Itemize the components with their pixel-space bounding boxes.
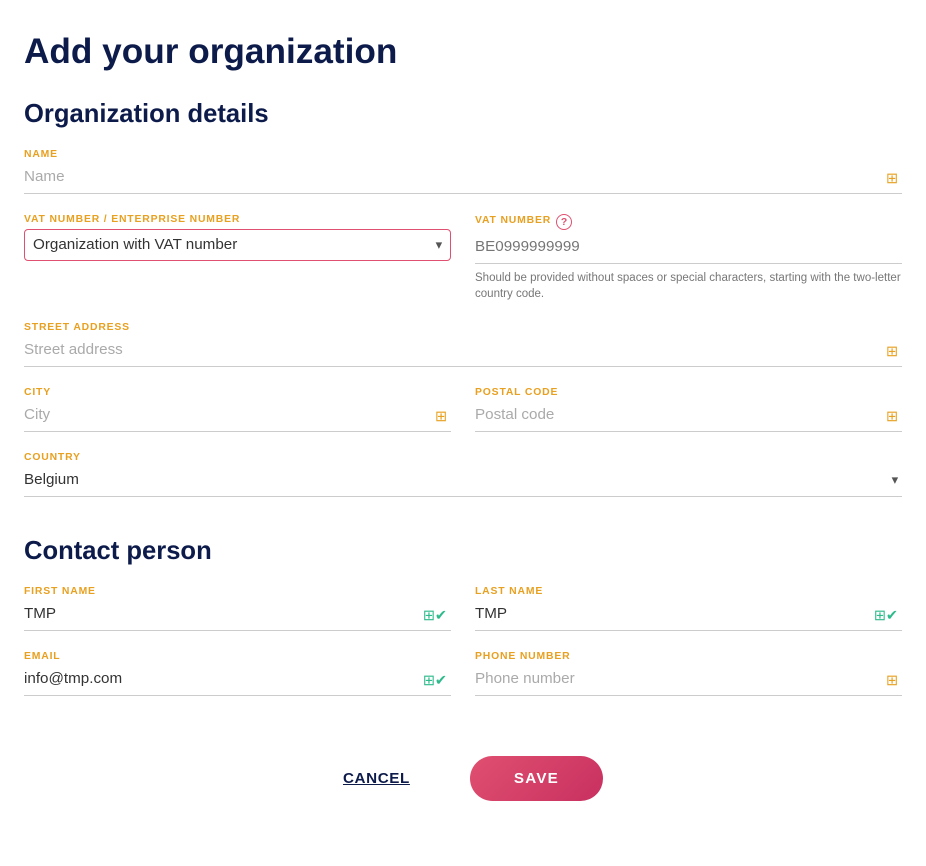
city-wrapper: ⊞ bbox=[24, 402, 451, 432]
phone-wrapper: ⊞ bbox=[475, 666, 902, 696]
vat-enterprise-select[interactable]: Organization with VAT number Organizatio… bbox=[33, 236, 442, 253]
name-input[interactable] bbox=[24, 164, 902, 189]
last-name-check-icon: ⊞✔ bbox=[874, 608, 898, 624]
email-phone-row: EMAIL ⊞✔ PHONE NUMBER ⊞ bbox=[24, 651, 902, 716]
phone-edit-icon: ⊞ bbox=[886, 673, 898, 689]
cancel-button[interactable]: CANCEL bbox=[323, 760, 430, 797]
name-edit-icon: ⊞ bbox=[886, 171, 898, 187]
city-input[interactable] bbox=[24, 402, 451, 427]
country-label: COUNTRY bbox=[24, 452, 902, 463]
last-name-wrapper: ⊞✔ bbox=[475, 601, 902, 631]
email-input[interactable] bbox=[24, 666, 451, 691]
email-label: EMAIL bbox=[24, 651, 451, 662]
city-postal-row: CITY ⊞ POSTAL CODE ⊞ bbox=[24, 387, 902, 452]
vat-enterprise-label: VAT NUMBER / ENTERPRISE NUMBER bbox=[24, 214, 451, 225]
vat-question-icon[interactable]: ? bbox=[556, 214, 572, 230]
page-title: Add your organization bbox=[24, 32, 902, 72]
country-select[interactable]: Belgium Netherlands France Germany Luxem… bbox=[24, 467, 902, 492]
vat-select-wrapper[interactable]: Organization with VAT number Organizatio… bbox=[24, 229, 451, 261]
phone-label: PHONE NUMBER bbox=[475, 651, 902, 662]
vat-number-field-wrapper bbox=[475, 234, 902, 264]
vat-enterprise-col: VAT NUMBER / ENTERPRISE NUMBER Organizat… bbox=[24, 214, 451, 302]
name-row: FIRST NAME ⊞✔ LAST NAME ⊞✔ bbox=[24, 586, 902, 651]
first-name-wrapper: ⊞✔ bbox=[24, 601, 451, 631]
name-field-group: NAME ⊞ bbox=[24, 149, 902, 194]
phone-col: PHONE NUMBER ⊞ bbox=[475, 651, 902, 716]
buttons-row: CANCEL SAVE bbox=[24, 756, 902, 801]
postal-col: POSTAL CODE ⊞ bbox=[475, 387, 902, 452]
street-edit-icon: ⊞ bbox=[886, 344, 898, 360]
phone-input[interactable] bbox=[475, 666, 902, 691]
last-name-label: LAST NAME bbox=[475, 586, 902, 597]
email-check-icon: ⊞✔ bbox=[423, 673, 447, 689]
last-name-col: LAST NAME ⊞✔ bbox=[475, 586, 902, 651]
vat-number-input[interactable] bbox=[475, 234, 902, 259]
contact-person-heading: Contact person bbox=[24, 537, 902, 566]
postal-edit-icon: ⊞ bbox=[886, 409, 898, 425]
save-button[interactable]: SAVE bbox=[470, 756, 603, 801]
email-wrapper: ⊞✔ bbox=[24, 666, 451, 696]
vat-number-label-row: VAT NUMBER ? bbox=[475, 214, 902, 230]
street-address-label: STREET ADDRESS bbox=[24, 322, 902, 333]
first-name-input[interactable] bbox=[24, 601, 451, 626]
contact-person-section: Contact person FIRST NAME ⊞✔ LAST NAME ⊞… bbox=[24, 537, 902, 716]
city-edit-icon: ⊞ bbox=[435, 409, 447, 425]
postal-code-wrapper: ⊞ bbox=[475, 402, 902, 432]
vat-number-col: VAT NUMBER ? Should be provided without … bbox=[475, 214, 902, 302]
street-address-input[interactable] bbox=[24, 337, 902, 362]
postal-code-label: POSTAL CODE bbox=[475, 387, 902, 398]
org-details-section: Organization details NAME ⊞ VAT NUMBER /… bbox=[24, 100, 902, 497]
vat-hint-text: Should be provided without spaces or spe… bbox=[475, 270, 902, 302]
country-wrapper: Belgium Netherlands France Germany Luxem… bbox=[24, 467, 902, 497]
last-name-input[interactable] bbox=[475, 601, 902, 626]
name-label: NAME bbox=[24, 149, 902, 160]
street-address-group: STREET ADDRESS ⊞ bbox=[24, 322, 902, 367]
city-label: CITY bbox=[24, 387, 451, 398]
name-field-wrapper: ⊞ bbox=[24, 164, 902, 194]
first-name-check-icon: ⊞✔ bbox=[423, 608, 447, 624]
org-details-heading: Organization details bbox=[24, 100, 902, 129]
postal-code-input[interactable] bbox=[475, 402, 902, 427]
street-address-wrapper: ⊞ bbox=[24, 337, 902, 367]
vat-row: VAT NUMBER / ENTERPRISE NUMBER Organizat… bbox=[24, 214, 902, 302]
first-name-label: FIRST NAME bbox=[24, 586, 451, 597]
email-col: EMAIL ⊞✔ bbox=[24, 651, 451, 716]
first-name-col: FIRST NAME ⊞✔ bbox=[24, 586, 451, 651]
city-col: CITY ⊞ bbox=[24, 387, 451, 452]
country-group: COUNTRY Belgium Netherlands France Germa… bbox=[24, 452, 902, 497]
vat-number-label: VAT NUMBER bbox=[475, 215, 551, 226]
